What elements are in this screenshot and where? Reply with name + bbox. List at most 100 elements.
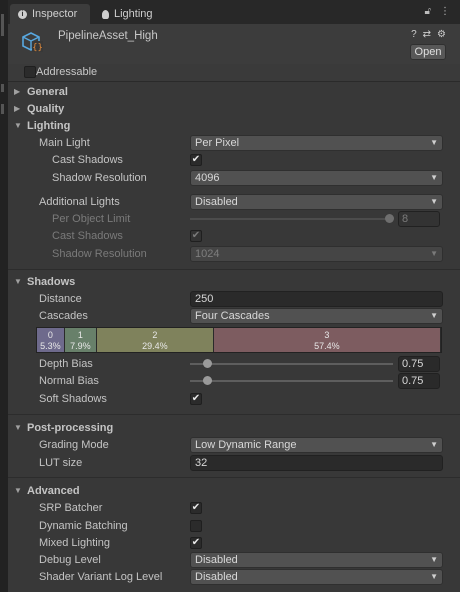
cast-shadows-checkbox[interactable]: ✔ (190, 154, 202, 166)
pipeline-asset-icon: {} (22, 32, 43, 53)
cascades-label: Cascades (39, 310, 88, 322)
lut-size-field[interactable]: 32 (190, 455, 443, 471)
shader-variant-log-level-label: Shader Variant Log Level (39, 571, 163, 583)
cascade-index: 1 (77, 330, 83, 340)
srp-batcher-checkbox[interactable]: ✔ (190, 502, 202, 514)
shadow-resolution-value: 4096 (195, 172, 220, 184)
distance-label: Distance (39, 293, 82, 305)
help-icon[interactable]: ? (411, 29, 417, 40)
lock-icon[interactable]: 🔓︎ (425, 6, 431, 17)
main-light-label: Main Light (39, 137, 90, 149)
bulb-icon (102, 9, 109, 19)
header-icons: ? ⇄ ⚙ (411, 29, 446, 40)
foldout-lighting-label: Lighting (27, 120, 71, 132)
depth-bias-field[interactable]: 0.75 (398, 356, 440, 372)
addressable-checkbox[interactable] (24, 66, 36, 78)
asset-title: PipelineAsset_High (58, 30, 158, 42)
tab-lighting[interactable]: Lighting (98, 4, 178, 24)
grading-mode-value: Low Dynamic Range (195, 439, 297, 451)
foldout-general-label: General (27, 86, 68, 98)
depth-bias-knob[interactable] (203, 359, 212, 368)
foldout-expanded-icon: ▼ (14, 121, 22, 130)
foldout-expanded-icon: ▼ (14, 277, 22, 286)
chevron-down-icon: ▼ (430, 440, 438, 449)
chevron-down-icon: ▼ (430, 249, 438, 258)
debug-level-value: Disabled (195, 554, 238, 566)
grading-mode-dropdown[interactable]: Low Dynamic Range ▼ (190, 437, 443, 453)
foldout-expanded-icon: ▼ (14, 423, 22, 432)
cascade-index: 2 (152, 330, 158, 340)
left-edge-mark (1, 104, 4, 114)
shadow-resolution-dropdown[interactable]: 4096 ▼ (190, 170, 443, 186)
foldout-advanced-label: Advanced (27, 485, 80, 497)
cascade-index: 3 (324, 330, 330, 340)
cascade-segment-1[interactable]: 1 7.9% (64, 328, 97, 352)
tab-bar: i Inspector Lighting 🔓︎ ⋮ (8, 0, 460, 24)
foldout-lighting[interactable]: ▼ Lighting (8, 118, 448, 134)
tab-bar-icons: 🔓︎ ⋮ (425, 6, 450, 17)
soft-shadows-checkbox[interactable]: ✔ (190, 393, 202, 405)
cascade-segment-3[interactable]: 3 57.4% (213, 328, 441, 352)
foldout-shadows-label: Shadows (27, 276, 76, 288)
shader-variant-log-level-value: Disabled (195, 571, 238, 583)
foldout-advanced[interactable]: ▼ Advanced (8, 483, 448, 499)
mixed-lighting-checkbox[interactable]: ✔ (190, 537, 202, 549)
tab-inspector[interactable]: i Inspector (10, 4, 90, 24)
grading-mode-label: Grading Mode (39, 439, 109, 451)
additional-shadow-resolution-dropdown: 1024 ▼ (190, 246, 443, 262)
normal-bias-field[interactable]: 0.75 (398, 373, 440, 389)
cascade-segment-0[interactable]: 0 5.3% (37, 328, 65, 352)
left-edge-mark (1, 84, 4, 92)
inspector-content: ▶ General ▶ Quality ▼ Lighting Main Ligh… (8, 83, 460, 592)
normal-bias-label: Normal Bias (39, 375, 99, 387)
normal-bias-slider[interactable] (190, 380, 393, 382)
normal-bias-knob[interactable] (203, 376, 212, 385)
per-object-limit-slider (190, 218, 393, 220)
per-object-limit-knob (385, 214, 394, 223)
foldout-post-processing-label: Post-processing (27, 422, 114, 434)
cascade-segment-2[interactable]: 2 29.4% (96, 328, 214, 352)
cascades-value: Four Cascades (195, 310, 270, 322)
per-object-limit-field: 8 (398, 211, 440, 227)
additional-lights-dropdown[interactable]: Disabled ▼ (190, 194, 443, 210)
cast-shadows-label: Cast Shadows (52, 154, 123, 166)
main-light-dropdown[interactable]: Per Pixel ▼ (190, 135, 443, 151)
preset-icon[interactable]: ⇄ (423, 29, 431, 40)
additional-shadow-resolution-value: 1024 (195, 248, 220, 260)
tab-inspector-label: Inspector (32, 8, 78, 20)
cascade-percent: 5.3% (40, 341, 61, 351)
gear-icon[interactable]: ⚙ (437, 29, 446, 40)
additional-lights-label: Additional Lights (39, 196, 120, 208)
tab-lighting-label: Lighting (114, 8, 153, 20)
additional-lights-value: Disabled (195, 196, 238, 208)
mixed-lighting-label: Mixed Lighting (39, 537, 110, 549)
dynamic-batching-label: Dynamic Batching (39, 520, 128, 532)
dynamic-batching-checkbox[interactable] (190, 520, 202, 532)
shader-variant-log-level-dropdown[interactable]: Disabled ▼ (190, 569, 443, 585)
foldout-quality[interactable]: ▶ Quality (8, 101, 448, 117)
additional-cast-shadows-checkbox: ✔ (190, 230, 202, 242)
cascade-split-bar[interactable]: 0 5.3% 1 7.9% 2 29.4% 3 57.4% (36, 327, 442, 353)
left-edge (0, 0, 8, 592)
foldout-general[interactable]: ▶ General (8, 84, 448, 100)
cascade-percent: 57.4% (314, 341, 340, 351)
soft-shadows-label: Soft Shadows (39, 393, 107, 405)
depth-bias-slider[interactable] (190, 363, 393, 365)
debug-level-dropdown[interactable]: Disabled ▼ (190, 552, 443, 568)
distance-field[interactable]: 250 (190, 291, 443, 307)
foldout-post-processing[interactable]: ▼ Post-processing (8, 420, 448, 436)
more-menu-icon[interactable]: ⋮ (440, 6, 450, 17)
foldout-shadows[interactable]: ▼ Shadows (8, 274, 448, 290)
section-divider (8, 477, 460, 478)
chevron-down-icon: ▼ (430, 197, 438, 206)
chevron-down-icon: ▼ (430, 138, 438, 147)
left-edge-mark (1, 14, 4, 36)
open-button[interactable]: Open (410, 44, 446, 60)
per-object-limit-label: Per Object Limit (52, 213, 131, 225)
foldout-collapsed-icon: ▶ (14, 87, 21, 96)
depth-bias-label: Depth Bias (39, 358, 93, 370)
cascades-dropdown[interactable]: Four Cascades ▼ (190, 308, 443, 324)
addressable-label: Addressable (36, 66, 98, 78)
srp-batcher-label: SRP Batcher (39, 502, 103, 514)
additional-shadow-resolution-label: Shadow Resolution (52, 248, 147, 260)
